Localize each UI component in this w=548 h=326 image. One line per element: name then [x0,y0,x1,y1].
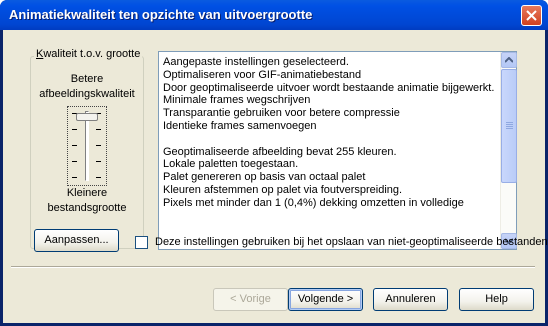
scroll-thumb[interactable] [501,69,517,183]
back-button[interactable]: < Vorige [213,288,288,311]
slider-track [85,111,89,181]
info-line: Door geoptimaliseerde uitvoer wordt best… [163,81,495,94]
next-button[interactable]: Volgende > [288,288,363,311]
scroll-up-button[interactable] [501,52,517,68]
slider-ticks-left [72,113,78,193]
help-button[interactable]: Help [459,288,534,311]
info-line: Aangepaste instellingen geselecteerd. [163,56,349,68]
arrow-up-icon [505,57,513,63]
better-quality-label: Betere afbeeldingskwaliteit [39,73,135,100]
info-line: Palet genereren op basis van octaal pale… [163,171,366,184]
info-line: Transparantie gebruiken voor betere comp… [163,107,400,120]
settings-info-list[interactable]: Aangepaste instellingen geselecteerd. Opt… [158,51,517,250]
settings-info-lines: Aangepaste instellingen geselecteerd. Opt… [163,56,498,210]
vertical-scrollbar[interactable] [500,52,517,249]
dialog-window: Animatiekwaliteit ten opzichte van uitvo… [0,0,548,326]
info-line: Optimaliseren voor GIF-animatiebestand [163,68,362,81]
close-button[interactable] [521,5,542,26]
cancel-button[interactable]: Annuleren [373,288,448,311]
footer-separator [11,266,535,268]
info-line: Geoptimaliseerde afbeelding bevat 255 kl… [163,145,397,158]
info-line: Minimale frames wegschrijven [163,94,311,107]
close-icon [526,10,537,21]
info-line: Lokale paletten toegestaan. [163,158,299,171]
quality-slider[interactable] [67,106,107,186]
info-blank-line [163,133,498,146]
customize-button[interactable]: Aanpassen... [34,229,119,252]
scroll-grip-icon [506,122,513,130]
quality-groupbox-title: Kwaliteit t.o.v. grootte [34,48,143,60]
smaller-size-label: Kleinere bestandsgrootte [47,187,127,214]
save-settings-checkbox-label[interactable]: Deze instellingen gebruiken bij het opsl… [155,236,548,249]
save-settings-checkbox[interactable] [135,236,148,249]
slider-thumb[interactable] [76,113,98,121]
window-title: Animatiekwaliteit ten opzichte van uitvo… [9,7,313,22]
dialog-body: Kwaliteit t.o.v. grootte Betere afbeeldi… [3,30,548,323]
slider-ticks-right [96,113,102,193]
info-line: Pixels met minder dan 1 (0,4%) dekking o… [163,196,464,209]
info-line: Kleuren afstemmen op palet via foutversp… [163,183,403,196]
title-bar[interactable]: Animatiekwaliteit ten opzichte van uitvo… [0,0,548,30]
info-line: Identieke frames samenvoegen [163,119,317,132]
